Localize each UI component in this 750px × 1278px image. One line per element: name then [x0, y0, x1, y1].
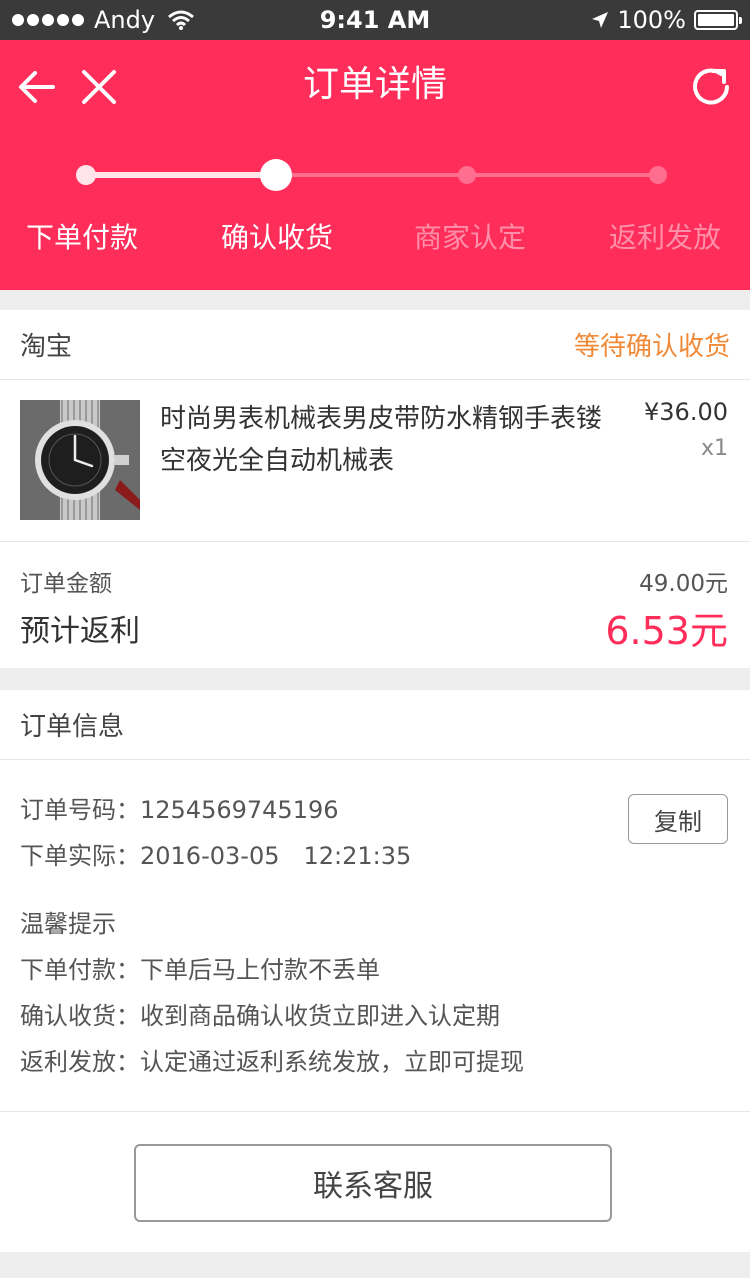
product-price: ¥36.00 — [644, 398, 728, 426]
battery-fill — [698, 14, 734, 26]
order-time-label: 下单实际： — [20, 842, 140, 870]
tip-text: 认定通过返利系统发放，立即可提现 — [140, 1048, 524, 1076]
tip-item: 返利发放：认定通过返利系统发放，立即可提现 — [20, 1042, 524, 1077]
order-time-value: 2016-03-05 12:21:35 — [140, 842, 412, 870]
tips-title: 温馨提示 — [20, 910, 116, 938]
product-quantity: x1 — [700, 436, 728, 461]
order-card: 淘宝 等待确认收货 时尚男表机械表男皮带防水精钢手表镂空夜光全自动机械表 ¥36… — [0, 310, 750, 668]
rebate-label: 预计返利 — [20, 614, 140, 649]
tip-text: 下单后马上付款不丢单 — [140, 956, 380, 984]
location-arrow-icon — [592, 12, 609, 28]
order-amount-value: 49.00元 — [639, 571, 728, 597]
order-info-body: 订单号码：1254569745196 下单实际：2016-03-05 12:21… — [0, 760, 750, 1112]
tip-label: 确认收货： — [20, 1002, 140, 1030]
order-number-label: 订单号码： — [20, 796, 140, 824]
progress-node-3 — [458, 166, 476, 184]
tip-item: 确认收货：收到商品确认收货立即进入认定期 — [20, 996, 500, 1031]
step-label-merchant: 商家认定 — [414, 221, 527, 254]
tip-label: 返利发放： — [20, 1048, 140, 1076]
order-info-title: 订单信息 — [0, 690, 750, 760]
product-row[interactable]: 时尚男表机械表男皮带防水精钢手表镂空夜光全自动机械表 ¥36.00 x1 — [0, 380, 750, 542]
progress-node-1 — [76, 165, 96, 185]
battery-percent: 100% — [617, 6, 686, 34]
tip-text: 收到商品确认收货立即进入认定期 — [140, 1002, 500, 1030]
store-row: 淘宝 等待确认收货 — [0, 310, 750, 380]
copy-button[interactable]: 复制 — [628, 794, 728, 844]
order-number-value: 1254569745196 — [140, 796, 339, 824]
store-name: 淘宝 — [20, 332, 73, 362]
header: 订单详情 下单付款 确认收货 商家认定 返利发放 — [0, 40, 750, 290]
amounts-section: 订单金额 49.00元 预计返利 6.53元 — [0, 542, 750, 668]
tip-label: 下单付款： — [20, 956, 140, 984]
order-status: 等待确认收货 — [573, 332, 730, 362]
order-info-card: 订单信息 订单号码：1254569745196 下单实际：2016-03-05 … — [0, 690, 750, 1252]
order-progress — [76, 159, 667, 191]
progress-track-done — [86, 172, 276, 178]
page-title: 订单详情 — [302, 64, 447, 105]
contact-section: 联系客服 — [0, 1112, 750, 1252]
order-amount-label: 订单金额 — [20, 571, 112, 597]
watch-product-image[interactable] — [20, 400, 140, 520]
step-label-confirm: 确认收货 — [221, 221, 334, 254]
order-number-line: 订单号码：1254569745196 — [20, 790, 339, 825]
rebate-value: 6.53元 — [605, 609, 728, 653]
tip-item: 下单付款：下单后马上付款不丢单 — [20, 950, 380, 985]
progress-node-4 — [649, 166, 667, 184]
step-label-pay: 下单付款 — [26, 221, 139, 254]
refresh-button[interactable] — [686, 62, 736, 112]
progress-node-2 — [260, 159, 292, 191]
refresh-icon — [693, 68, 729, 105]
product-title[interactable]: 时尚男表机械表男皮带防水精钢手表镂空夜光全自动机械表 — [160, 398, 620, 482]
step-label-rebate: 返利发放 — [609, 221, 722, 254]
contact-support-button[interactable]: 联系客服 — [134, 1144, 612, 1222]
battery-icon — [694, 10, 742, 30]
progress-steps: 下单付款 确认收货 商家认定 返利发放 — [0, 216, 750, 256]
order-time-line: 下单实际：2016-03-05 12:21:35 — [20, 836, 411, 871]
status-bar: Andy 9:41 AM 100% — [0, 0, 750, 40]
